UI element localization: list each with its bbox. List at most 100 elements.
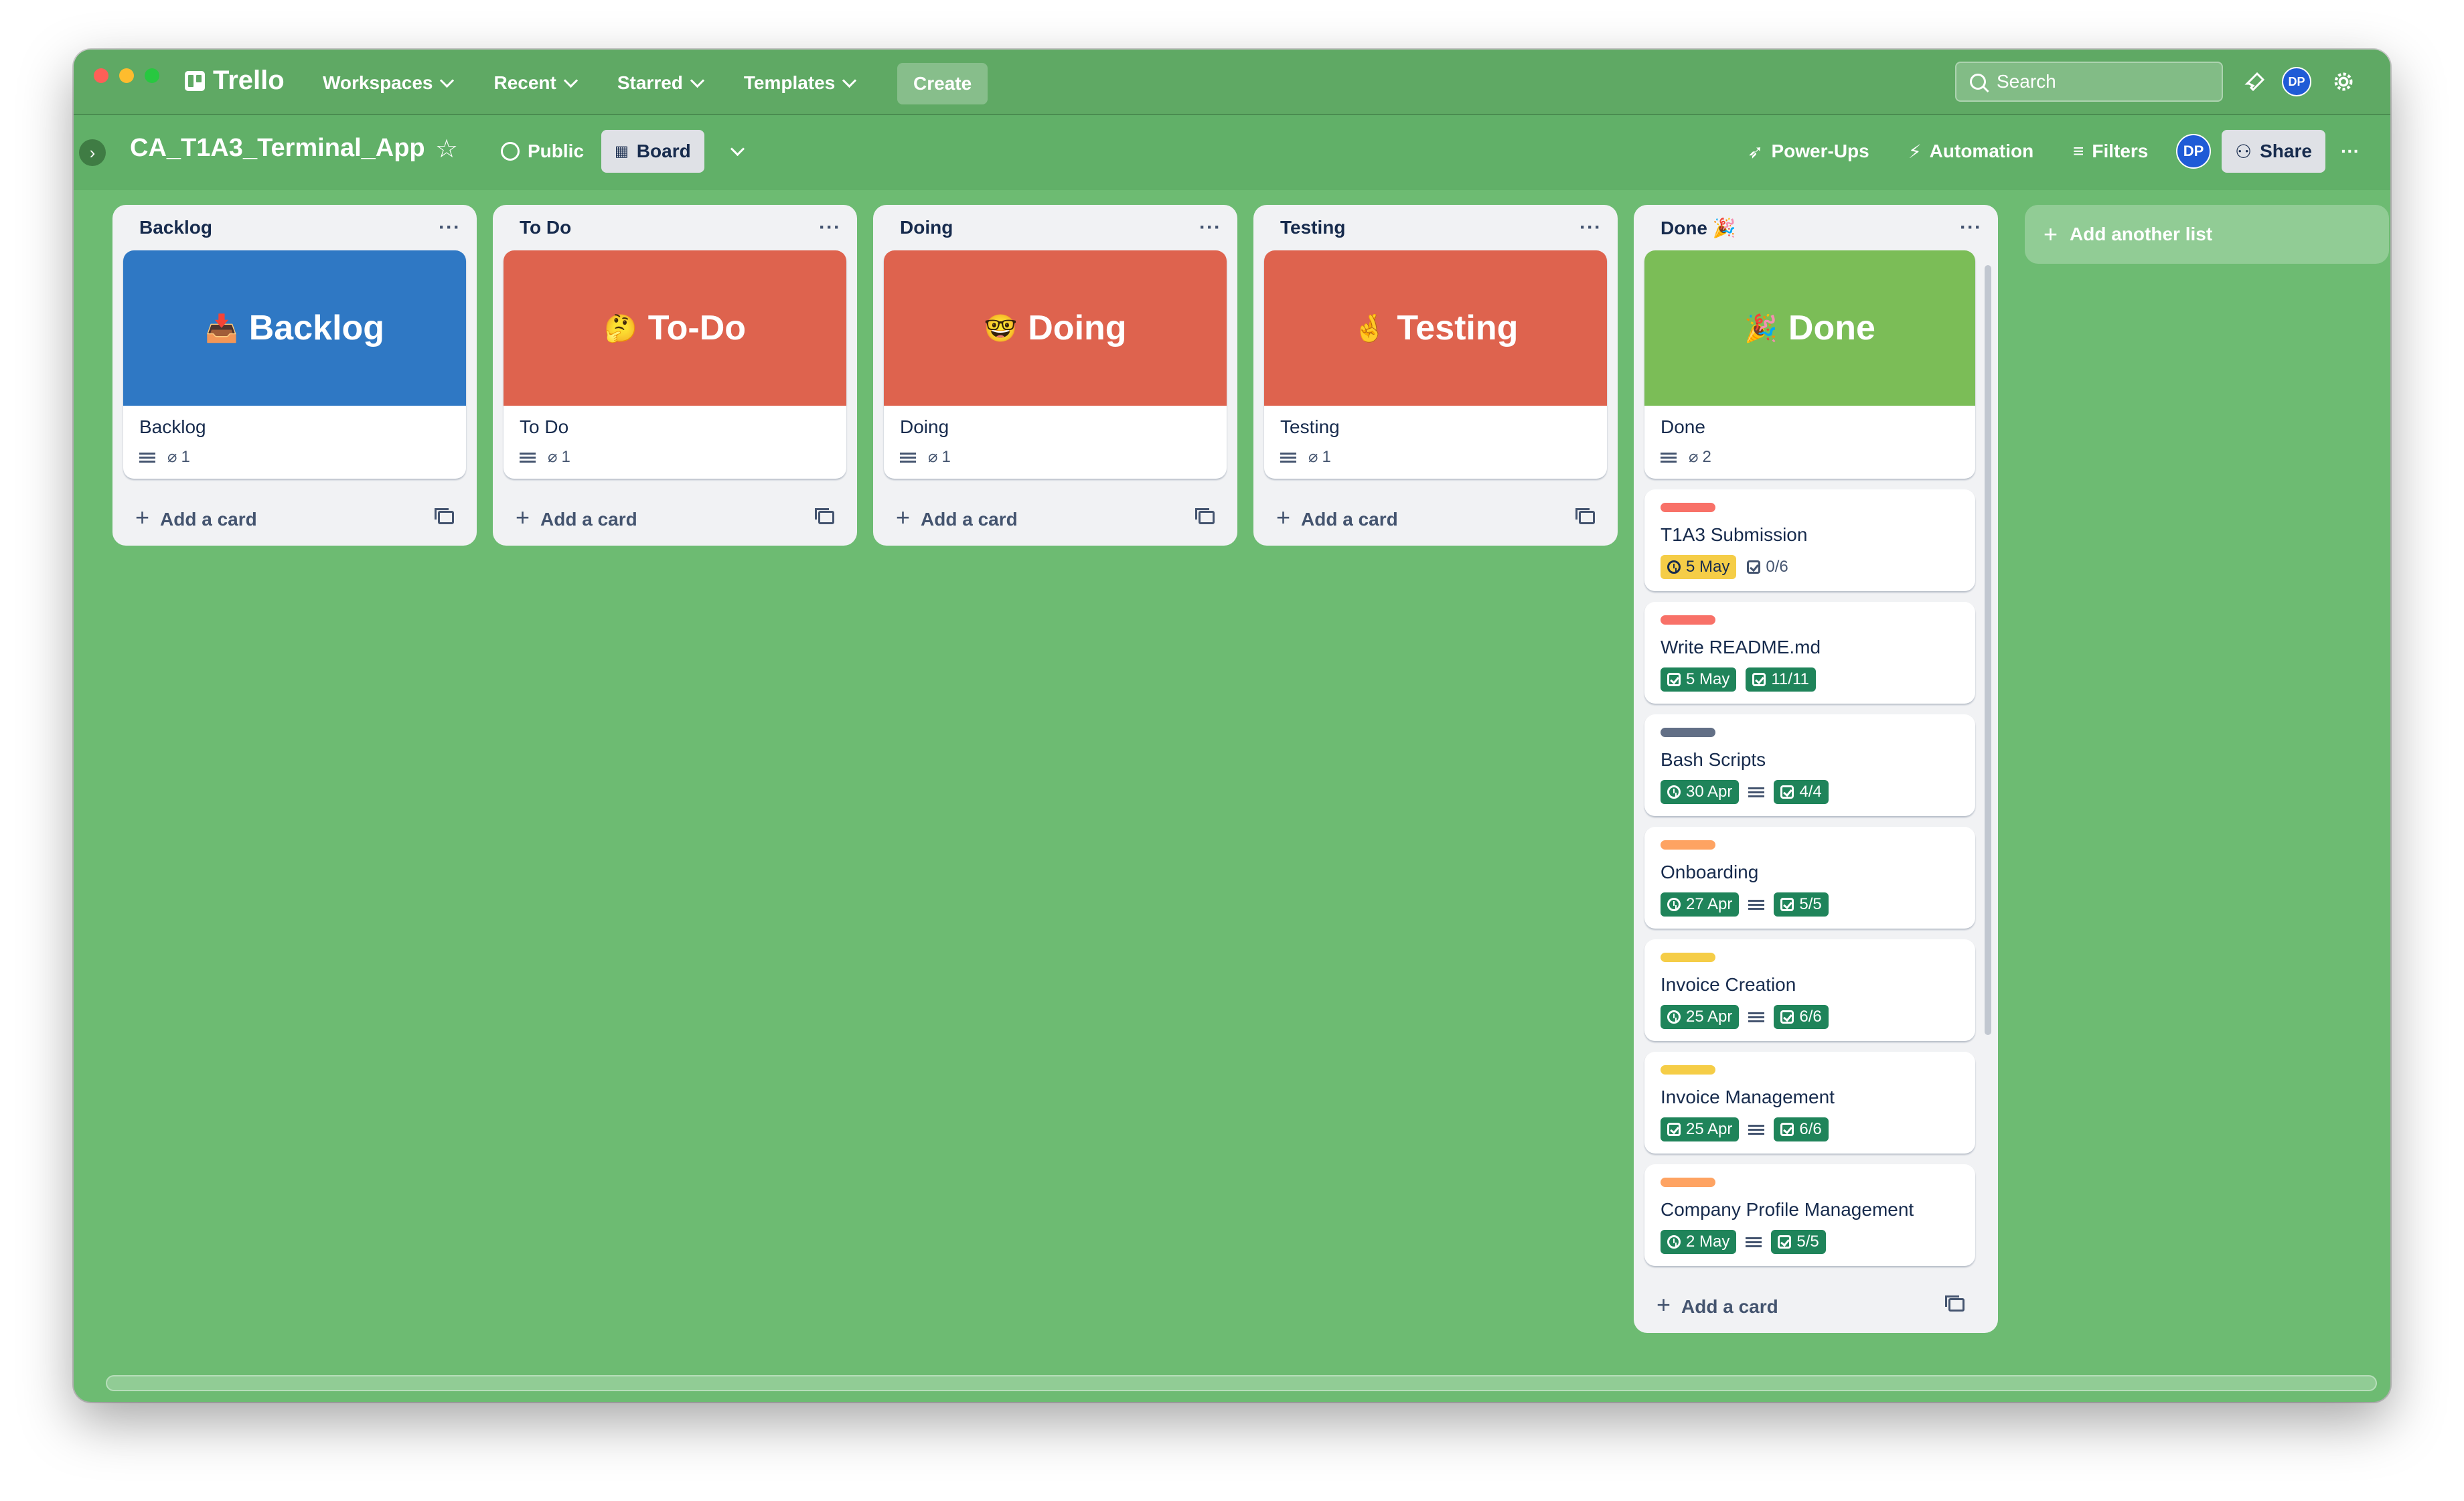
due-date-badge[interactable]: 5 May: [1661, 667, 1737, 692]
add-card-button[interactable]: + Add a card: [896, 503, 1018, 532]
due-date-text: 25 Apr: [1686, 1008, 1733, 1026]
description-icon: [1661, 451, 1677, 463]
add-card-button[interactable]: + Add a card: [1276, 503, 1398, 532]
list-menu-icon[interactable]: ···: [819, 216, 841, 239]
card-template-icon[interactable]: [1575, 508, 1595, 524]
list-item[interactable]: T1A3 Submission 5 May 0/6: [1644, 489, 1975, 591]
cover-title: Done: [1788, 309, 1875, 347]
list-item[interactable]: Onboarding 27 Apr 5/5: [1644, 827, 1975, 929]
list-item[interactable]: Bash Scripts 30 Apr 4/4: [1644, 714, 1975, 816]
due-date-badge[interactable]: 25 Apr: [1661, 1005, 1740, 1029]
board-view-button[interactable]: ▦ Board: [601, 130, 704, 173]
list-testing[interactable]: Testing ··· 🤞 Testing Testing ⌀ 1 + Add …: [1253, 205, 1618, 546]
filters-button[interactable]: ≡ Filters: [2060, 130, 2161, 173]
board-title[interactable]: CA_T1A3_Terminal_App: [130, 134, 425, 163]
list-item[interactable]: Write README.md 5 May 11/11: [1644, 602, 1975, 704]
templates-menu[interactable]: Templates: [729, 66, 869, 100]
starred-menu[interactable]: Starred: [603, 66, 717, 100]
plus-icon: +: [135, 503, 150, 531]
checklist-badge: 4/4: [1774, 780, 1829, 804]
share-button[interactable]: ⚇ Share: [2222, 130, 2325, 173]
card-template-icon[interactable]: [1945, 1295, 1965, 1312]
recent-menu[interactable]: Recent: [479, 66, 590, 100]
list-header[interactable]: To Do ···: [493, 205, 857, 250]
card-label[interactable]: [1661, 615, 1715, 625]
card-template-icon[interactable]: [1195, 508, 1215, 524]
add-card-row: + Add a card: [1253, 489, 1618, 546]
list-menu-icon[interactable]: ···: [439, 216, 461, 239]
card-label[interactable]: [1661, 1178, 1715, 1187]
list-doing[interactable]: Doing ··· 🤓 Doing Doing ⌀ 1 + Add a card: [873, 205, 1237, 546]
cover-card[interactable]: 🤓 Doing Doing ⌀ 1: [884, 250, 1227, 479]
search-box[interactable]: [1955, 62, 2223, 102]
due-date-badge[interactable]: 5 May: [1661, 555, 1737, 579]
minimize-window-button[interactable]: [119, 68, 134, 83]
card-label[interactable]: [1661, 840, 1715, 850]
account-button[interactable]: DP: [2281, 66, 2313, 98]
card-label[interactable]: [1661, 953, 1715, 962]
settings-button[interactable]: [2327, 66, 2360, 98]
power-ups-button[interactable]: ➶ Power-Ups: [1734, 130, 1883, 173]
board-horizontal-scrollbar[interactable]: [106, 1375, 2377, 1391]
due-date-badge[interactable]: 30 Apr: [1661, 780, 1740, 804]
due-date-badge[interactable]: 2 May: [1661, 1230, 1737, 1254]
list-scrollbar[interactable]: [1985, 265, 1991, 1035]
due-date-badge[interactable]: 25 Apr: [1661, 1117, 1740, 1141]
checklist-icon: [1752, 673, 1766, 686]
card-label[interactable]: [1661, 728, 1715, 737]
cover-card[interactable]: 🤞 Testing Testing ⌀ 1: [1264, 250, 1607, 479]
list-done[interactable]: Done 🎉 ··· 🎉 Done Done ⌀ 2 T1A3 Submissi…: [1634, 205, 1998, 1333]
visibility-button[interactable]: Public: [487, 130, 597, 173]
automation-button[interactable]: ⚡ Automation: [1895, 130, 2047, 173]
card-template-icon[interactable]: [435, 508, 454, 524]
recent-label: Recent: [493, 72, 556, 93]
notifications-button[interactable]: [2239, 66, 2271, 98]
cover-card[interactable]: 📥 Backlog Backlog ⌀ 1: [123, 250, 466, 479]
add-card-button[interactable]: + Add a card: [516, 503, 637, 532]
list-menu-icon[interactable]: ···: [1199, 216, 1221, 239]
list-to-do[interactable]: To Do ··· 🤔 To-Do To Do ⌀ 1 + Add a card: [493, 205, 857, 546]
list-item[interactable]: Company Profile Management 2 May 5/5: [1644, 1164, 1975, 1266]
close-window-button[interactable]: [94, 68, 108, 83]
list-item[interactable]: Invoice Creation 25 Apr 6/6: [1644, 939, 1975, 1041]
card-label[interactable]: [1661, 503, 1715, 512]
app-window: Trello Workspaces Recent Starred Templat…: [74, 50, 2390, 1402]
list-title[interactable]: Done 🎉: [1661, 217, 1736, 239]
trello-logo[interactable]: Trello: [185, 66, 285, 96]
list-menu-icon[interactable]: ···: [1960, 216, 1982, 239]
create-button[interactable]: Create: [897, 63, 988, 104]
list-title[interactable]: Testing: [1280, 217, 1345, 238]
list-title[interactable]: To Do: [520, 217, 571, 238]
list-header[interactable]: Doing ···: [873, 205, 1237, 250]
board-member[interactable]: DP: [2169, 130, 2218, 173]
card-label[interactable]: [1661, 1065, 1715, 1075]
list-title[interactable]: Backlog: [139, 217, 212, 238]
add-list-button[interactable]: + Add another list: [2025, 205, 2389, 264]
list-menu-icon[interactable]: ···: [1580, 216, 1602, 239]
list-header[interactable]: Backlog ···: [112, 205, 477, 250]
zoom-window-button[interactable]: [145, 68, 159, 83]
sidebar-expand-button[interactable]: ›: [79, 139, 106, 166]
add-card-button[interactable]: + Add a card: [1657, 1291, 1778, 1319]
star-icon[interactable]: ☆: [435, 134, 458, 164]
list-backlog[interactable]: Backlog ··· 📥 Backlog Backlog ⌀ 1 + Add …: [112, 205, 477, 546]
workspaces-menu[interactable]: Workspaces: [308, 66, 467, 100]
cover-card[interactable]: 🤔 To-Do To Do ⌀ 1: [504, 250, 846, 479]
list-title[interactable]: Doing: [900, 217, 953, 238]
card-template-icon[interactable]: [815, 508, 834, 524]
cover-card[interactable]: 🎉 Done Done ⌀ 2: [1644, 250, 1975, 479]
board-menu-button[interactable]: ···: [2327, 130, 2373, 173]
list-header[interactable]: Done 🎉 ···: [1634, 205, 1998, 250]
add-card-button[interactable]: + Add a card: [135, 503, 257, 532]
description-icon: [1746, 1236, 1762, 1248]
add-card-label: Add a card: [540, 509, 637, 530]
list-header[interactable]: Testing ···: [1253, 205, 1618, 250]
templates-label: Templates: [743, 72, 836, 93]
card-title: Write README.md: [1661, 637, 1821, 657]
list-item[interactable]: Invoice Management 25 Apr 6/6: [1644, 1052, 1975, 1154]
search-input[interactable]: [1995, 70, 2199, 93]
checklist-badge: 6/6: [1774, 1117, 1829, 1141]
description-icon: [900, 451, 916, 463]
views-dropdown-button[interactable]: [719, 130, 756, 173]
due-date-badge[interactable]: 27 Apr: [1661, 892, 1740, 917]
